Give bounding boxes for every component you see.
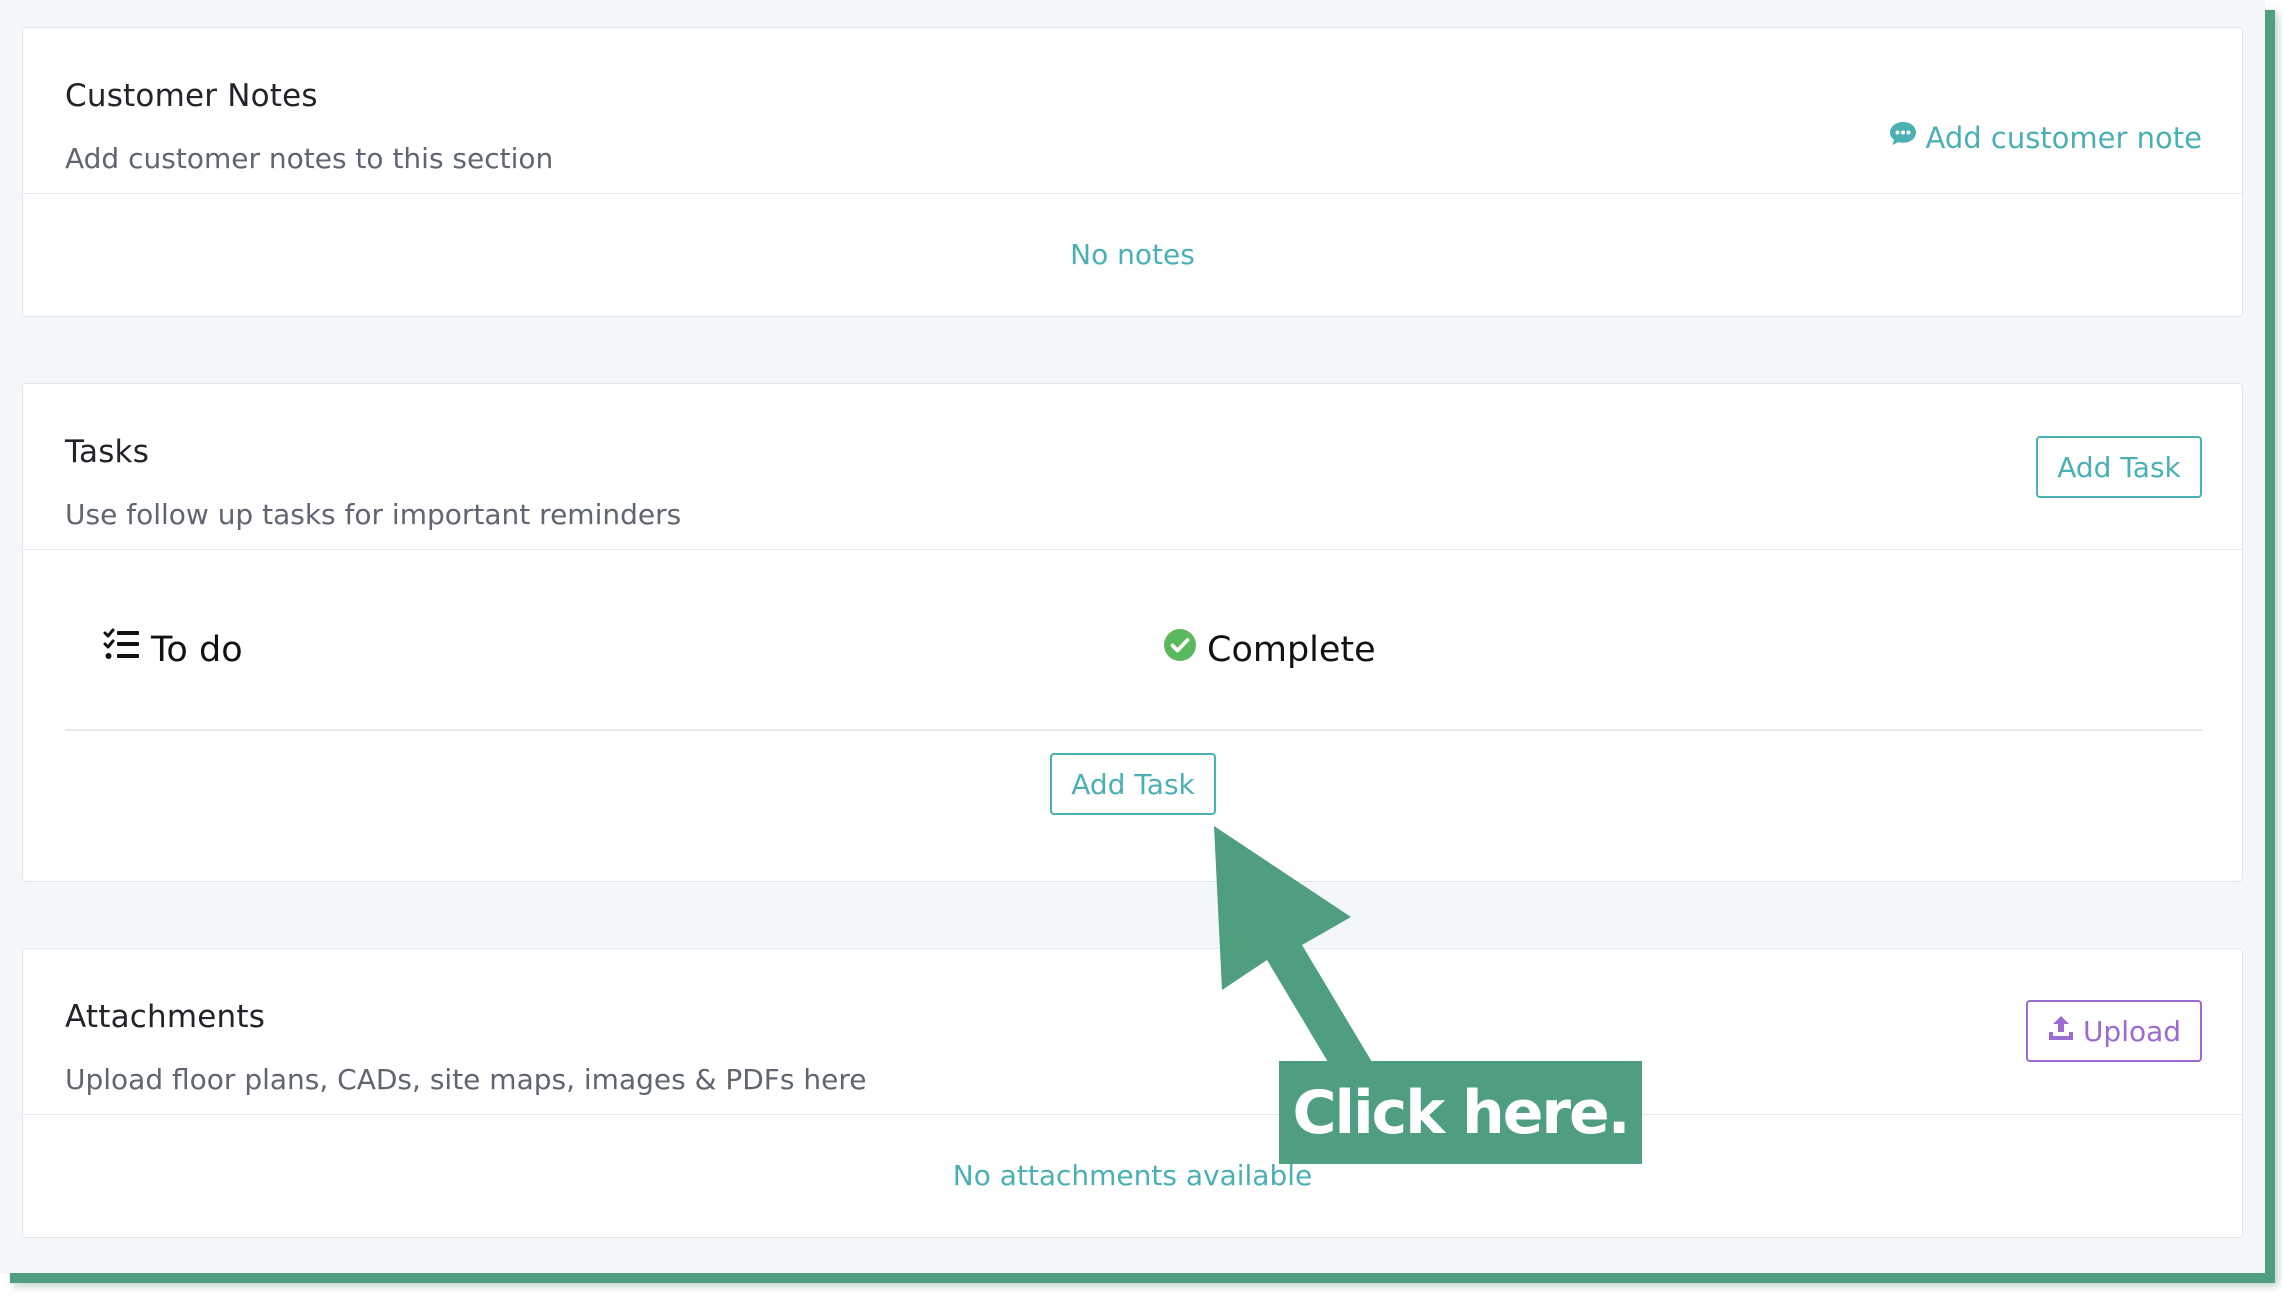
arrow-pointer-icon <box>1214 826 1372 1062</box>
click-here-callout: Click here. <box>1279 1061 1642 1164</box>
app-screenshot: Customer Notes Add customer notes to thi… <box>0 0 2265 1273</box>
